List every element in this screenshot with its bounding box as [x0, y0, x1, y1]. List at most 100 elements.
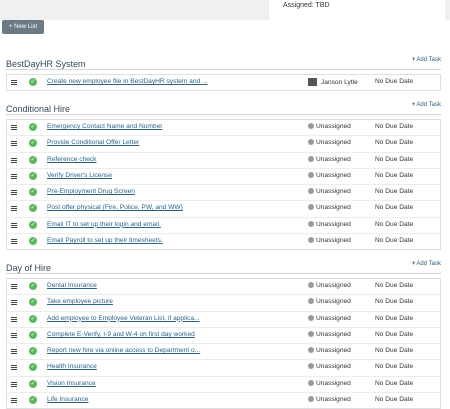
- assignee[interactable]: Unassigned: [308, 363, 351, 370]
- drag-handle-icon[interactable]: [11, 80, 17, 85]
- drag-handle-icon[interactable]: [11, 316, 17, 322]
- assignee[interactable]: Unassigned: [308, 188, 351, 195]
- task-name-link[interactable]: Take employee picture: [47, 298, 113, 305]
- task-name-link[interactable]: Email IT to set up their login and email…: [47, 221, 161, 228]
- due-date[interactable]: No Due Date: [375, 188, 413, 195]
- drag-handle-icon[interactable]: [11, 398, 17, 404]
- assignee[interactable]: Unassigned: [308, 347, 351, 354]
- due-date[interactable]: No Due Date: [375, 237, 413, 244]
- check-circle-icon[interactable]: ✓: [29, 298, 37, 307]
- drag-handle-icon[interactable]: [11, 239, 17, 245]
- task-name-link[interactable]: Provide Conditional Offer Letter: [47, 139, 139, 146]
- task-name-link[interactable]: Pre-Employment Drug Screen: [47, 188, 135, 195]
- drag-handle-icon[interactable]: [11, 381, 17, 387]
- avatar: [308, 78, 317, 86]
- task-name-link[interactable]: Emergency Contact Name and Number: [47, 123, 162, 130]
- assignee[interactable]: Unassigned: [308, 379, 351, 387]
- drag-handle-icon[interactable]: [11, 141, 17, 147]
- due-date[interactable]: No Due Date: [375, 298, 413, 305]
- assignee[interactable]: Unassigned: [308, 298, 351, 305]
- task-name-link[interactable]: Email Payroll to set up their timesheets…: [47, 237, 163, 244]
- assignee-name: Janson Lytle: [321, 79, 358, 86]
- drag-handle-icon[interactable]: [11, 300, 17, 306]
- task-row: ✓ Complete E-Verify, I-9 and W-4 on first…: [7, 327, 440, 345]
- drag-handle-icon[interactable]: [11, 125, 17, 130]
- task-name-link[interactable]: Report new hire via online access to Dep…: [47, 347, 200, 354]
- user-icon: [308, 379, 314, 386]
- task-name-link[interactable]: Dental Insurance: [47, 282, 97, 289]
- task-row: ✓ Health Insurance Unassigned No Due Date: [7, 360, 440, 377]
- task-name-link[interactable]: Vision Insurance: [47, 380, 96, 387]
- assignee[interactable]: Unassigned: [308, 314, 351, 322]
- check-circle-icon[interactable]: ✓: [29, 314, 37, 323]
- task-name-link[interactable]: Verify Driver's License: [47, 172, 112, 179]
- due-date[interactable]: No Due Date: [375, 315, 413, 322]
- drag-handle-icon[interactable]: [11, 365, 17, 371]
- assignee[interactable]: Unassigned: [308, 282, 351, 289]
- check-circle-icon[interactable]: ✓: [29, 347, 37, 356]
- assignee[interactable]: Unassigned: [308, 123, 351, 130]
- assignee[interactable]: Unassigned: [308, 171, 351, 179]
- check-circle-icon[interactable]: ✓: [29, 204, 37, 213]
- assignee[interactable]: Unassigned: [308, 237, 351, 244]
- assigned-label: Assigned: TBD: [269, 0, 445, 20]
- due-date[interactable]: No Due Date: [375, 347, 413, 354]
- due-date[interactable]: No Due Date: [375, 380, 413, 387]
- check-circle-icon[interactable]: ✓: [29, 220, 37, 229]
- drag-handle-icon[interactable]: [11, 206, 17, 212]
- new-list-button[interactable]: + New List: [2, 20, 44, 34]
- drag-handle-icon[interactable]: [11, 222, 17, 228]
- due-date[interactable]: No Due Date: [375, 172, 413, 179]
- due-date[interactable]: No Due Date: [375, 221, 413, 228]
- due-date[interactable]: No Due Date: [375, 363, 413, 370]
- task-name-link[interactable]: Add employee to Employee Veteran List, i…: [47, 315, 199, 322]
- check-circle-icon[interactable]: ✓: [29, 237, 37, 246]
- drag-handle-icon[interactable]: [11, 190, 17, 196]
- section-title: BestDayHR System: [6, 59, 86, 69]
- drag-handle-icon[interactable]: [11, 349, 17, 355]
- due-date[interactable]: No Due Date: [375, 123, 413, 130]
- drag-handle-icon[interactable]: [11, 173, 17, 179]
- task-name-link[interactable]: Health Insurance: [47, 363, 97, 370]
- due-date[interactable]: No Due Date: [375, 139, 413, 146]
- task-name-link[interactable]: Reference check: [47, 156, 96, 163]
- task-name-link[interactable]: Complete E-Verify, I-9 and W-4 on first …: [47, 331, 195, 338]
- check-circle-icon[interactable]: ✓: [29, 330, 37, 339]
- due-date[interactable]: No Due Date: [375, 78, 413, 85]
- assignee[interactable]: Janson Lytle: [308, 78, 358, 86]
- assignee[interactable]: Unassigned: [308, 330, 351, 338]
- check-circle-icon[interactable]: ✓: [29, 282, 37, 290]
- assignee[interactable]: Unassigned: [308, 220, 351, 228]
- assignee[interactable]: Unassigned: [308, 204, 351, 211]
- assignee-name: Unassigned: [316, 363, 351, 371]
- due-date[interactable]: No Due Date: [375, 331, 413, 338]
- task-row: ✓ Post offer physical (Fire, Police, PW, …: [7, 201, 440, 218]
- check-circle-icon[interactable]: ✓: [29, 363, 37, 372]
- check-circle-icon[interactable]: ✓: [29, 188, 37, 197]
- check-circle-icon[interactable]: ✓: [29, 139, 37, 148]
- drag-handle-icon[interactable]: [11, 157, 17, 163]
- drag-handle-icon[interactable]: [11, 332, 17, 338]
- check-circle-icon[interactable]: ✓: [29, 78, 37, 86]
- task-name-link[interactable]: Post offer physical (Fire, Police, PW, a…: [47, 204, 183, 211]
- due-date[interactable]: No Due Date: [375, 282, 413, 289]
- drag-handle-icon[interactable]: [11, 284, 17, 289]
- user-icon: [308, 282, 314, 288]
- check-circle-icon[interactable]: ✓: [29, 123, 37, 131]
- add-task-link[interactable]: +Add Task: [412, 261, 441, 267]
- check-circle-icon[interactable]: ✓: [29, 379, 37, 388]
- assignee[interactable]: Unassigned: [308, 155, 351, 163]
- check-circle-icon[interactable]: ✓: [29, 396, 37, 405]
- task-row: ✓ Take employee picture Unassigned No Due D…: [7, 295, 440, 312]
- add-task-link[interactable]: +Add Task: [412, 102, 441, 108]
- add-task-link[interactable]: +Add Task: [412, 57, 441, 63]
- task-row: ✓ Provide Conditional Offer Letter Unassig…: [7, 136, 440, 153]
- due-date[interactable]: No Due Date: [375, 156, 413, 163]
- check-circle-icon[interactable]: ✓: [29, 171, 37, 180]
- assignee[interactable]: Unassigned: [308, 139, 351, 146]
- task-name-link[interactable]: Create new employee file in BestDayHR sy…: [47, 78, 208, 85]
- add-task-label: Add Task: [416, 102, 441, 108]
- check-circle-icon[interactable]: ✓: [29, 155, 37, 164]
- user-icon: [308, 237, 314, 244]
- due-date[interactable]: No Due Date: [375, 204, 413, 211]
